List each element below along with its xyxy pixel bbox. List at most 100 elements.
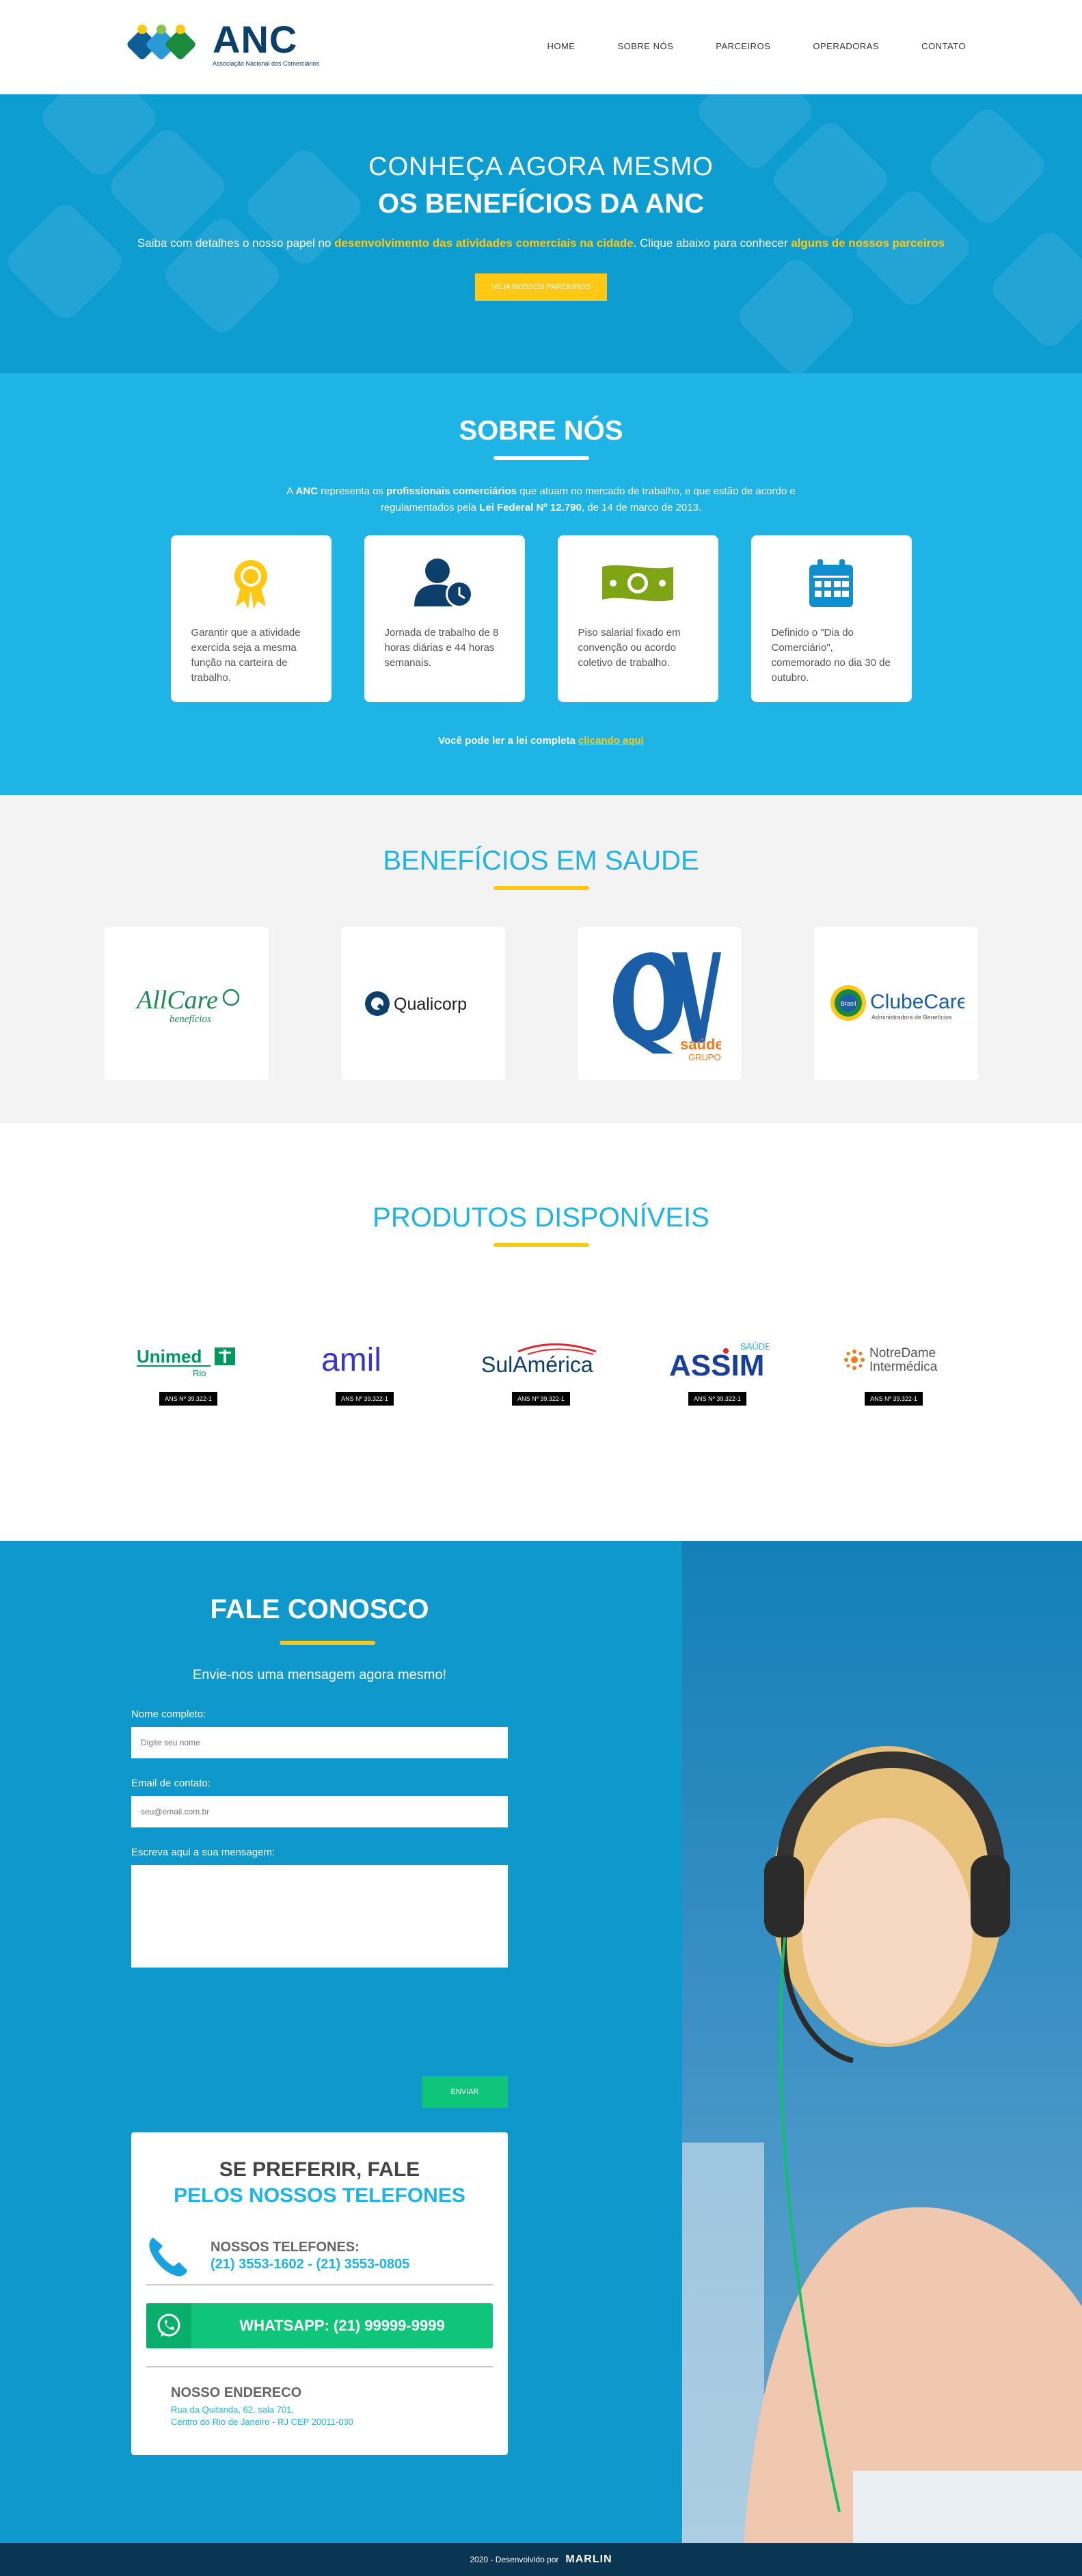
benefits-section: BENEFÍCIOS EM SAUDE AllCare benefícios Q… — [0, 795, 1082, 1123]
product-notredame[interactable]: NotreDame Intermédica ANS Nº 39.322-1 — [836, 1340, 952, 1406]
about-text-3: representa os — [318, 485, 387, 497]
phone-box: SE PREFERIR, FALE PELOS NOSSOS TELEFONES… — [131, 2132, 508, 2455]
logo[interactable]: ANC Associação Nacional dos Comerciários — [126, 19, 319, 68]
award-ribbon-icon — [234, 560, 267, 609]
law-link[interactable]: clicando aqui — [578, 735, 644, 747]
assim-name: ASSIM — [669, 1349, 764, 1381]
products-section: PRODUTOS DISPONÍVEIS Unimed Rio ANS Nº 3… — [0, 1123, 1082, 1541]
qv-grupo-text: GRUPO — [688, 1052, 721, 1062]
benefits-logos: AllCare benefícios Qualicorp saúde GRUPO — [0, 927, 1082, 1080]
address-line-1: Rua da Quitanda, 62, sala 701, — [171, 2404, 294, 2415]
qv-saude-logo: saúde GRUPO — [612, 952, 721, 1062]
law-note-text: Você pode ler a lei completa — [438, 735, 578, 747]
email-input[interactable] — [131, 1796, 508, 1827]
clubecare-flag-text: Brasil — [841, 1000, 856, 1007]
hero-description: Saiba com detalhes o nosso papel no dese… — [0, 234, 1082, 253]
title-underline — [493, 456, 589, 460]
allcare-logo: AllCare benefícios — [135, 986, 239, 1025]
support-agent-photo — [682, 1541, 1082, 2543]
about-section: SOBRE NÓS A ANC representa os profission… — [0, 373, 1082, 795]
unimed-subtitle: Rio — [193, 1368, 206, 1378]
amil-name: amil — [321, 1342, 381, 1378]
about-title: SOBRE NÓS — [459, 416, 623, 446]
marlin-logo[interactable]: MARLIN — [565, 2553, 612, 2566]
hero-banner: CONHEÇA AGORA MESMO OS BENEFÍCIOS DA ANC… — [0, 94, 1082, 373]
phone-numbers-text[interactable]: (21) 3553-1602 - (21) 3553-0805 — [211, 2257, 409, 2272]
menu-item-parceiros[interactable]: PARCEIROS — [716, 41, 770, 51]
hero-text-b: . Clique abaixo para conhecer — [633, 237, 792, 250]
phone-box-title-1: SE PREFERIR, FALE — [219, 2158, 420, 2181]
product-amil[interactable]: amil ANS Nº 39.322-1 — [307, 1340, 423, 1406]
message-textarea[interactable] — [131, 1865, 508, 1968]
logo-name: ANC — [213, 18, 298, 61]
amil-logo: amil — [321, 1342, 381, 1378]
title-underline — [493, 1243, 589, 1247]
ans-badge: ANS Nº 39.322-1 — [336, 1392, 394, 1406]
about-text-1: A — [286, 485, 296, 497]
contact-section: FALE CONOSCO Envie-nos uma mensagem agor… — [0, 1541, 1082, 2543]
about-text-5: que atuam no mercado de trabalho, e que … — [517, 485, 796, 497]
card-text: Garantir que a atividade exercida seja a… — [191, 627, 301, 684]
clubecare-subtitle: Administradora de Benefícios — [871, 1014, 952, 1021]
logo-subtitle: Associação Nacional dos Comerciários — [213, 60, 320, 67]
ans-badge: ANS Nº 39.322-1 — [688, 1392, 746, 1406]
whatsapp-button[interactable]: WHATSAPP: (21) 99999-9999 — [146, 2303, 493, 2348]
message-label: Escreva aqui a sua mensagem: — [131, 1847, 275, 1858]
sulamerica-name: SulAmérica — [481, 1352, 593, 1377]
divider — [146, 2366, 493, 2367]
product-assim[interactable]: SAÚDE ASSIM ANS Nº 39.322-1 — [660, 1340, 776, 1406]
allcare-subtitle: benefícios — [170, 1014, 211, 1025]
name-label: Nome completo: — [131, 1708, 206, 1720]
about-card: Definido o "Dia do Comerciário", comemor… — [750, 535, 912, 702]
address-block: NOSSO ENDERECO Rua da Quitanda, 62, sala… — [171, 2385, 353, 2428]
calendar-icon — [809, 559, 853, 607]
phone-label: NOSSOS TELEFONES: — [211, 2240, 360, 2255]
assim-logo: SAÚDE ASSIM — [669, 1341, 769, 1381]
divider — [146, 2284, 493, 2285]
card-text: Definido o "Dia do Comerciário", comemor… — [771, 627, 891, 684]
partner-clubecare[interactable]: Brasil ClubeCare Administradora de Benef… — [813, 927, 978, 1080]
contact-form: Nome completo: Email de contato: Escreva… — [131, 1708, 508, 2108]
qv-saude-text: saúde — [680, 1036, 721, 1053]
title-underline — [280, 1641, 375, 1645]
title-underline — [493, 886, 589, 890]
hero-title-line2: OS BENEFÍCIOS DA ANC — [377, 189, 705, 219]
menu-item-operadoras[interactable]: OPERADORAS — [813, 41, 879, 51]
partner-allcare[interactable]: AllCare benefícios — [104, 927, 269, 1080]
card-text: Jornada de trabalho de 8 horas diárias e… — [384, 627, 499, 669]
main-menu: HOME SOBRE NÓS PARCEIROS OPERADORAS CONT… — [547, 41, 966, 51]
about-card: Piso salarial fixado em convenção ou aco… — [557, 535, 718, 702]
logo-mark-icon — [127, 25, 195, 59]
benefits-title: BENEFÍCIOS EM SAUDE — [383, 846, 699, 876]
menu-item-contato[interactable]: CONTATO — [921, 41, 966, 51]
address-line-2: Centro do Rio de Janeiro - RJ CEP 20011-… — [171, 2417, 353, 2427]
unimed-name: Unimed — [137, 1346, 202, 1367]
send-button[interactable]: ENVIAR — [422, 2076, 508, 2108]
see-partners-button[interactable]: VEJA NOSSOS PARCEIROS — [475, 273, 607, 301]
about-cards: Garantir que a atividade exercida seja a… — [0, 535, 1082, 702]
law-note: Você pode ler a lei completa clicando aq… — [0, 735, 1082, 747]
footer-text: 2020 - Desenvolvido por — [470, 2555, 559, 2564]
name-input[interactable] — [131, 1727, 508, 1758]
product-sulamerica[interactable]: SulAmérica ANS Nº 39.322-1 — [481, 1340, 599, 1406]
hero-highlight-2: alguns de nossos parceiros — [791, 237, 945, 250]
clubecare-name: ClubeCare — [870, 991, 964, 1013]
qualicorp-name: Qualicorp — [394, 995, 467, 1014]
whatsapp-label: WHATSAPP: (21) 99999-9999 — [239, 2317, 445, 2334]
products-title: PRODUTOS DISPONÍVEIS — [373, 1203, 709, 1233]
email-label: Email de contato: — [131, 1777, 211, 1789]
product-unimed[interactable]: Unimed Rio ANS Nº 39.322-1 — [131, 1340, 247, 1406]
card-text: Piso salarial fixado em convenção ou aco… — [578, 627, 681, 669]
top-nav: ANC Associação Nacional dos Comerciários… — [0, 0, 1082, 94]
hero-title-line1: CONHEÇA AGORA MESMO — [368, 152, 714, 181]
partner-qualicorp[interactable]: Qualicorp — [340, 927, 505, 1080]
contact-subtitle: Envie-nos uma mensagem agora mesmo! — [192, 1667, 447, 1682]
menu-item-sobre[interactable]: SOBRE NÓS — [617, 41, 673, 51]
about-text: A ANC representa os profissionais comerc… — [0, 483, 1082, 516]
about-text-4: profissionais comerciários — [386, 485, 517, 497]
qualicorp-logo: Qualicorp — [364, 991, 467, 1016]
menu-item-home[interactable]: HOME — [547, 41, 575, 51]
unimed-logo: Unimed Rio — [136, 1346, 235, 1378]
partner-qv-saude[interactable]: saúde GRUPO — [577, 927, 742, 1080]
notredame-logo: NotreDame Intermédica — [843, 1346, 937, 1374]
